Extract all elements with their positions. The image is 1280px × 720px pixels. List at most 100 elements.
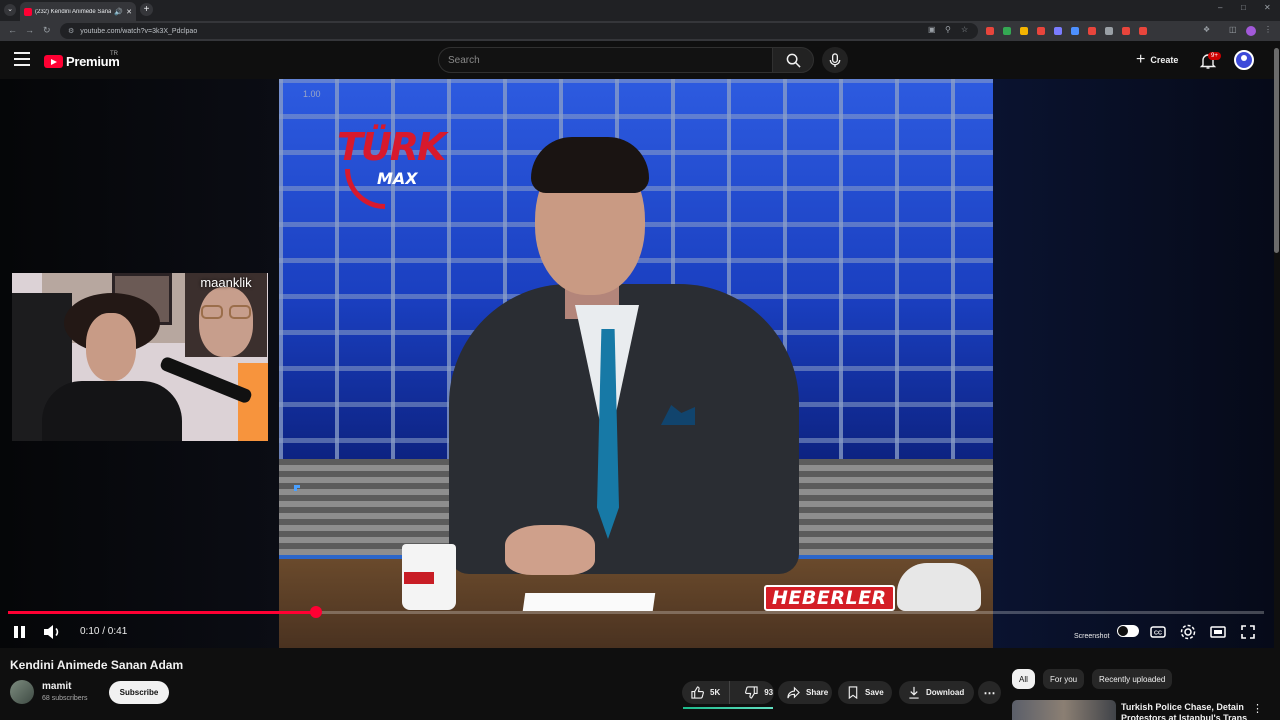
bookmark-icon — [848, 686, 858, 699]
extension-icon[interactable] — [1139, 27, 1147, 35]
streamer-face — [86, 313, 136, 381]
pause-button[interactable] — [12, 624, 28, 640]
extension-icon[interactable] — [1054, 27, 1062, 35]
create-button[interactable]: + Create — [1130, 48, 1184, 72]
youtube-favicon-icon — [24, 7, 32, 16]
extension-icon[interactable] — [1020, 27, 1028, 35]
lower-third-label: HEBERLER — [764, 585, 895, 611]
download-button[interactable]: Download — [899, 681, 974, 704]
country-code: TR — [110, 51, 118, 57]
tab-list-button[interactable]: ⌄ — [4, 4, 16, 16]
captions-icon[interactable]: CC — [1149, 623, 1167, 641]
cast-icon[interactable]: ▣ — [928, 25, 936, 34]
glasses-right — [229, 305, 251, 319]
back-icon[interactable]: ← — [8, 25, 17, 35]
download-label: Download — [926, 688, 965, 697]
thumbs-down-icon — [745, 686, 758, 699]
tab-title: (232) Kendini Animede Sanan Adam - YouTu… — [35, 8, 112, 15]
create-label: Create — [1150, 55, 1179, 65]
video-player[interactable]: TÜRK MAX HEBERLER 1.00 maanklik 0:10 / 0… — [0, 79, 1280, 648]
extension-icon[interactable] — [1071, 27, 1079, 35]
channel-avatar[interactable] — [10, 680, 34, 704]
browser-tab-strip: ⌄ (232) Kendini Animede Sanan Adam - You… — [0, 0, 1280, 21]
share-icon — [787, 686, 800, 699]
plus-icon: + — [1136, 51, 1146, 68]
filter-chip[interactable]: For you — [1043, 669, 1085, 689]
hamburger-menu-icon[interactable] — [14, 52, 30, 66]
browser-tab[interactable]: (232) Kendini Animede Sanan Adam - YouTu… — [20, 2, 136, 21]
maximize-icon[interactable]: □ — [1241, 3, 1246, 12]
filter-chip[interactable]: Recently uploaded — [1092, 669, 1173, 689]
filter-chip[interactable]: All — [1012, 669, 1035, 689]
chrome-menu-icon[interactable]: ⋮ — [1264, 25, 1272, 34]
like-ratio-bar — [683, 707, 773, 709]
recommendation-thumbnail[interactable] — [1012, 700, 1116, 720]
site-info-icon[interactable]: ⚙ — [68, 27, 74, 35]
like-count: 5K — [710, 688, 721, 697]
save-button[interactable]: Save — [838, 681, 892, 704]
mouse-cursor-icon — [294, 485, 300, 491]
youtube-header: Premium TR + Create 9+ — [0, 41, 1280, 79]
more-actions-button[interactable]: ⋯ — [978, 681, 1001, 704]
youtube-logo[interactable]: Premium TR — [44, 51, 120, 69]
anchor-hand — [505, 525, 595, 575]
voice-search-button[interactable] — [822, 47, 848, 73]
account-avatar[interactable] — [1234, 50, 1254, 70]
extension-icon[interactable] — [1105, 27, 1113, 35]
recommendation-menu-icon[interactable]: ⋮ — [1252, 702, 1263, 715]
settings-gear-icon[interactable] — [1179, 623, 1197, 641]
scrollbar-thumb[interactable] — [1274, 48, 1279, 253]
logo-word-top: TÜRK — [337, 125, 446, 169]
paper-sheet — [522, 593, 656, 611]
extension-icon[interactable] — [1088, 27, 1096, 35]
browser-toolbar: ← → ↻ ⚙ youtube.com/watch?v=3k3X_Pdclpao… — [0, 21, 1280, 41]
volume-icon[interactable] — [42, 624, 64, 640]
video-frame[interactable]: TÜRK MAX HEBERLER 1.00 — [279, 79, 993, 648]
address-bar[interactable]: ⚙ youtube.com/watch?v=3k3X_Pdclpao — [60, 23, 978, 39]
reload-icon[interactable]: ↻ — [43, 25, 51, 36]
inset-face — [199, 287, 253, 357]
recommendation-title[interactable]: Turkish Police Chase, Detain Protestors … — [1121, 702, 1249, 720]
playback-speed-label: 1.00 — [303, 89, 321, 99]
search-input[interactable] — [439, 48, 772, 72]
close-window-icon[interactable]: ✕ — [1264, 3, 1271, 12]
pause-icon-bar-right — [21, 626, 25, 638]
search-icon — [786, 53, 801, 68]
mug — [402, 544, 456, 610]
pause-icon-bar-left — [14, 626, 18, 638]
profile-avatar[interactable] — [1246, 26, 1256, 36]
theater-mode-icon[interactable] — [1209, 623, 1227, 641]
youtube-play-icon — [44, 55, 63, 68]
forward-icon[interactable]: → — [25, 25, 34, 35]
new-tab-button[interactable]: + — [140, 3, 153, 16]
dislike-button[interactable]: 93 — [736, 681, 782, 704]
like-button[interactable]: 5K — [682, 681, 731, 704]
extension-icon[interactable] — [1037, 27, 1045, 35]
search-button[interactable] — [772, 47, 814, 73]
zoom-icon[interactable]: ⚲ — [945, 25, 951, 34]
progress-bar[interactable] — [8, 606, 1264, 618]
svg-text:CC: CC — [1154, 631, 1162, 637]
channel-name[interactable]: mamit — [42, 681, 71, 692]
tab-close-icon[interactable]: ✕ — [126, 8, 132, 16]
subscribe-button[interactable]: Subscribe — [109, 681, 169, 704]
side-panel-icon[interactable]: ◫ — [1229, 25, 1237, 34]
extension-icon[interactable] — [986, 27, 994, 35]
extensions-puzzle-icon[interactable]: ❖ — [1203, 25, 1210, 34]
ambient-glow-right — [992, 79, 1280, 648]
like-dislike-group: 5K 93 — [682, 681, 774, 704]
dislike-count: 93 — [764, 688, 774, 697]
share-button[interactable]: Share — [778, 681, 832, 704]
autoplay-toggle[interactable] — [1117, 625, 1139, 637]
extension-icon[interactable] — [1003, 27, 1011, 35]
minimize-icon[interactable]: – — [1218, 3, 1222, 12]
thumbs-up-icon — [691, 686, 704, 699]
share-label: Share — [806, 688, 829, 697]
url-text: youtube.com/watch?v=3k3X_Pdclpao — [80, 27, 198, 35]
fullscreen-icon[interactable] — [1239, 623, 1257, 641]
bookmark-star-icon[interactable]: ☆ — [961, 25, 968, 34]
logo-word-bottom: MAX — [377, 169, 418, 188]
extension-icon[interactable] — [1122, 27, 1130, 35]
scrubber-handle[interactable] — [309, 606, 322, 618]
tab-audio-icon[interactable]: 🔊 — [114, 8, 123, 16]
